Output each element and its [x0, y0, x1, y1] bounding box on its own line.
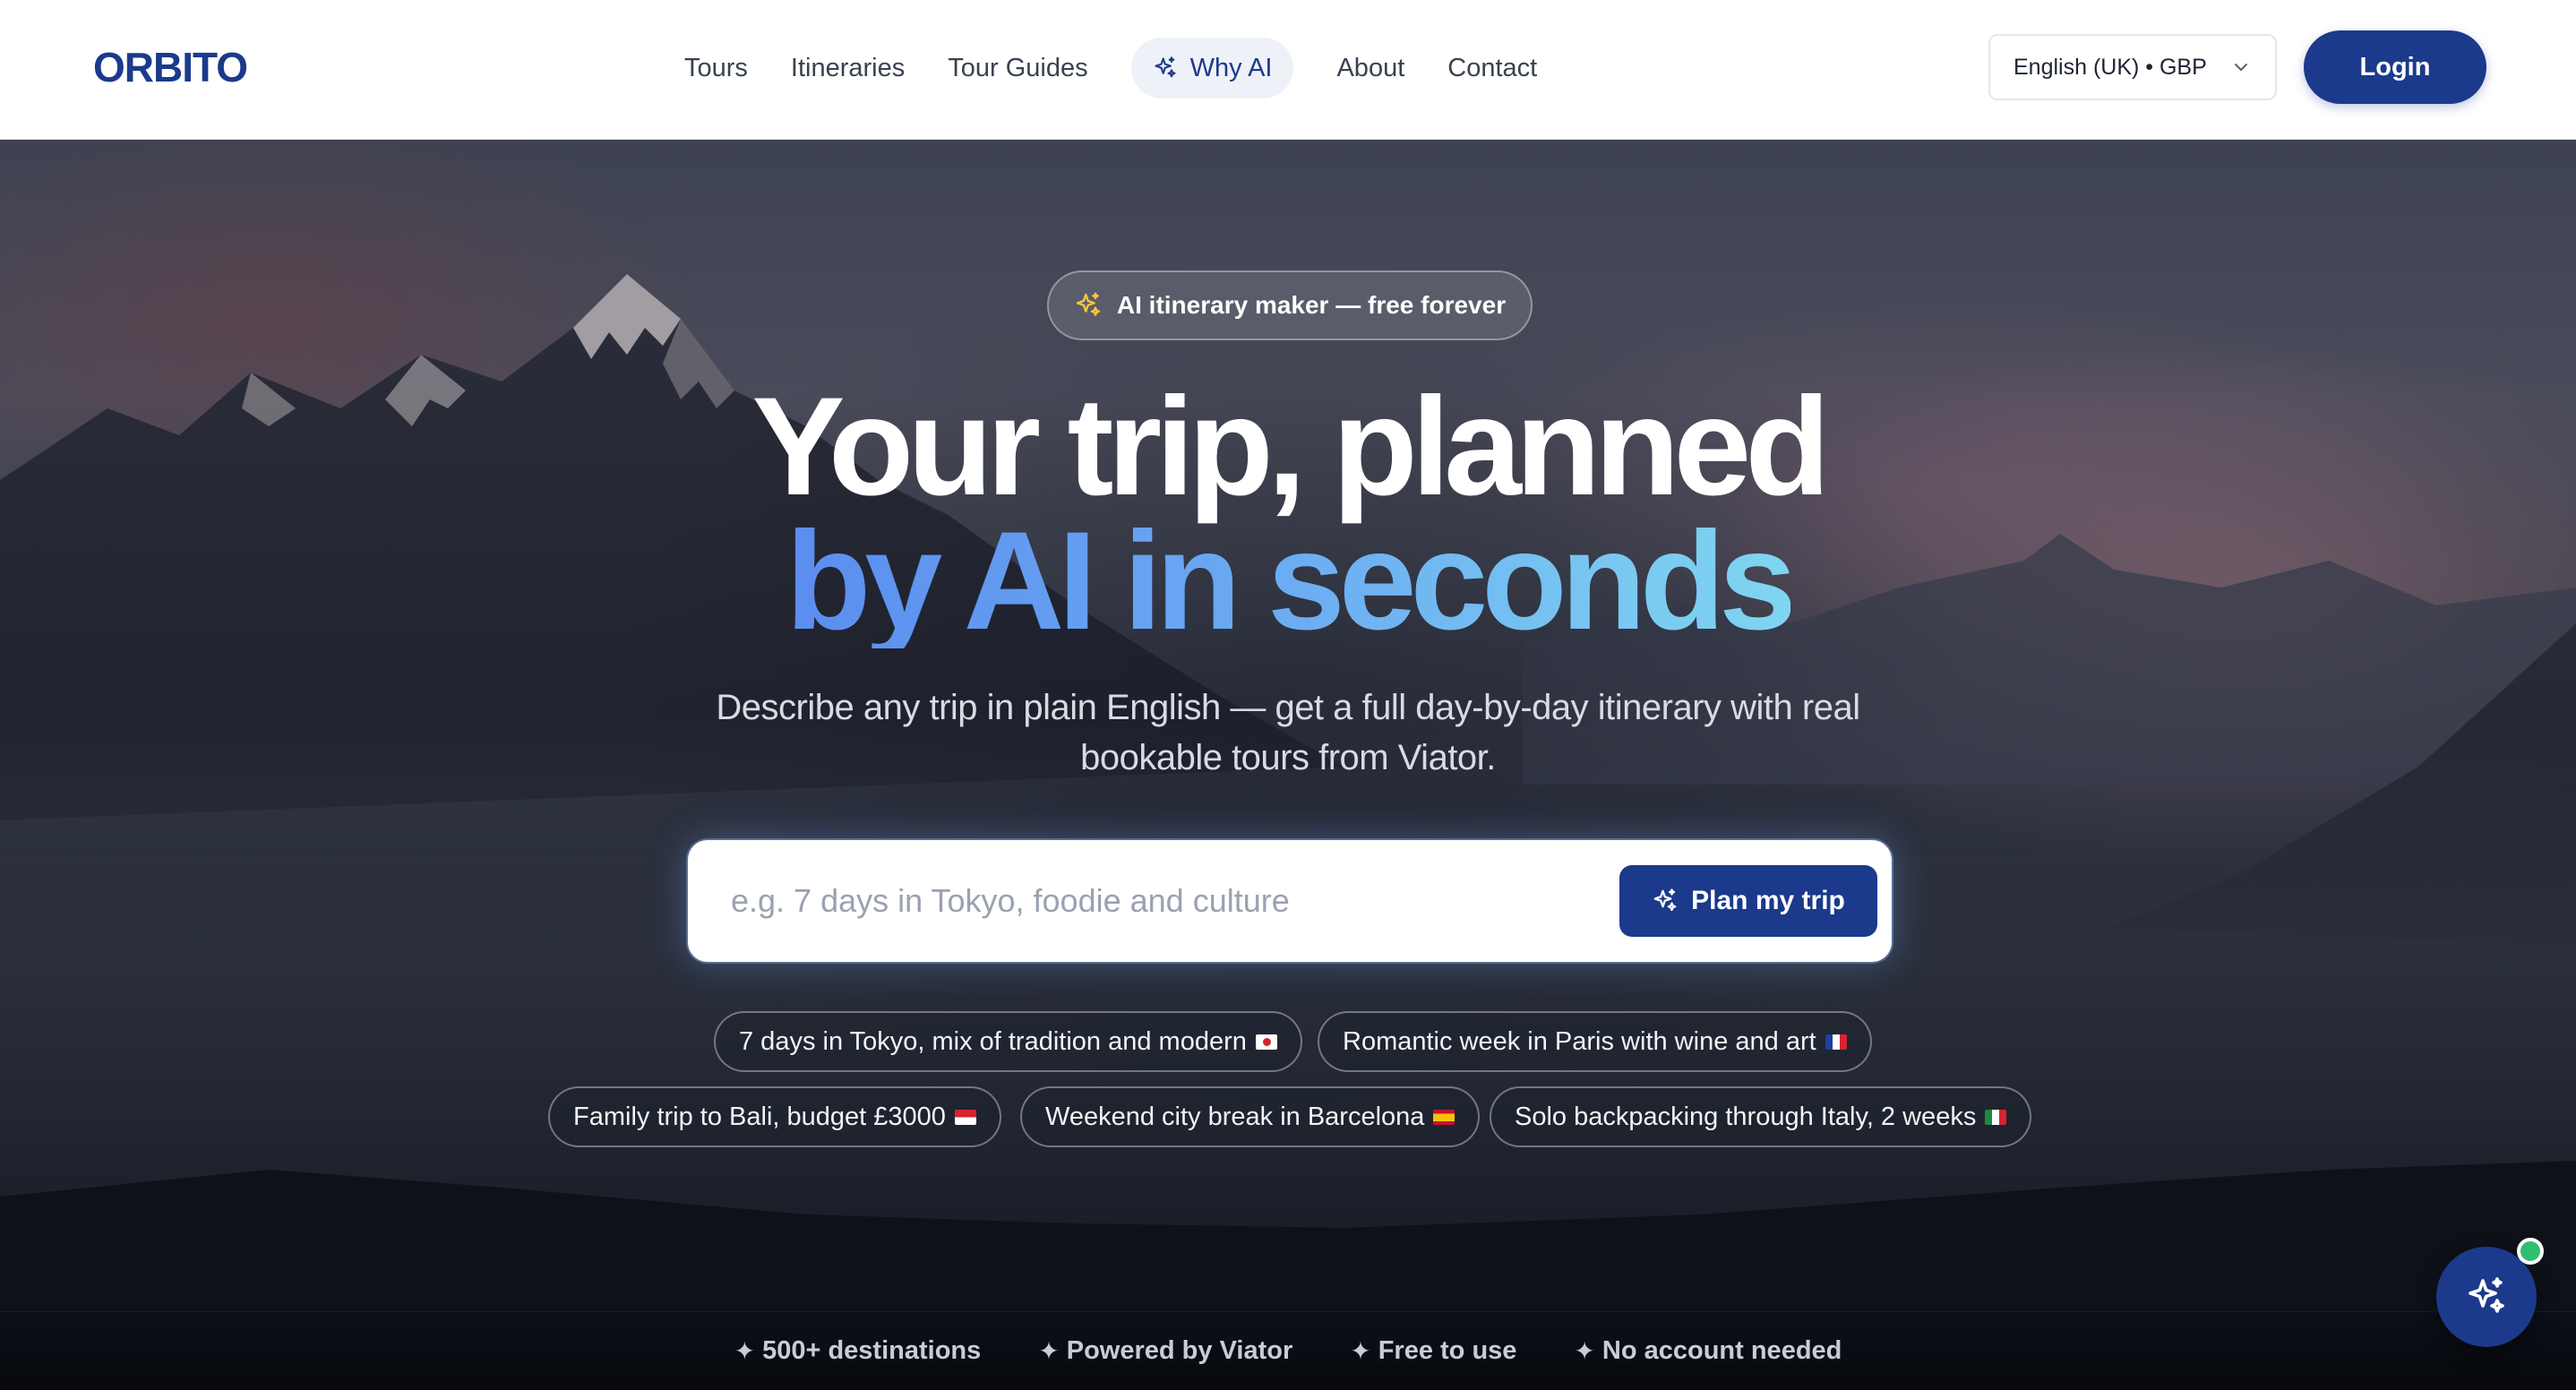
sparkles-icon	[1155, 56, 1176, 78]
feature-label: Powered by Viator	[1066, 1336, 1293, 1365]
plan-my-trip-button[interactable]: Plan my trip	[1619, 865, 1877, 937]
nav-tours[interactable]: Tours	[663, 38, 769, 99]
sparkle-icon: ✦	[734, 1337, 756, 1365]
feature-item: ✦ No account needed	[1574, 1336, 1842, 1366]
suggestion-chip-barcelona[interactable]: Weekend city break in Barcelona	[1020, 1086, 1481, 1147]
suggestion-label: Romantic week in Paris with wine and art	[1343, 1026, 1816, 1056]
hero-headline: Your trip, planned by AI in seconds	[0, 369, 2576, 659]
top-navbar: ORBITO Tours Itineraries Tour Guides Why…	[0, 0, 2576, 140]
ai-badge: AI itinerary maker — free forever	[1047, 270, 1533, 340]
feature-item: ✦ Free to use	[1350, 1336, 1516, 1366]
sparkle-icon: ✦	[1574, 1337, 1595, 1365]
hero-section: AI itinerary maker — free forever Your t…	[0, 140, 2576, 1311]
nav-tour-guides[interactable]: Tour Guides	[926, 38, 1109, 99]
suggestion-chip-paris[interactable]: Romantic week in Paris with wine and art	[1318, 1011, 1872, 1072]
main-nav: Tours Itineraries Tour Guides Why AI Abo…	[663, 38, 1558, 99]
france-flag-icon	[1825, 1034, 1847, 1050]
ai-assistant-icon	[2469, 1277, 2504, 1313]
feature-item: ✦ 500+ destinations	[734, 1336, 982, 1366]
suggestion-label: Solo backpacking through Italy, 2 weeks	[1515, 1102, 1977, 1131]
trip-search-box: Plan my trip	[688, 840, 1892, 962]
online-status-dot	[2517, 1238, 2544, 1265]
suggestion-chip-italy[interactable]: Solo backpacking through Italy, 2 weeks	[1490, 1086, 2032, 1147]
sparkles-icon	[1076, 292, 1101, 316]
locale-currency-select[interactable]: English (UK) • GBP	[1988, 34, 2277, 100]
nav-itineraries[interactable]: Itineraries	[769, 38, 926, 99]
chevron-down-icon	[2235, 64, 2247, 71]
feature-label: Free to use	[1378, 1336, 1517, 1365]
suggestion-chip-tokyo[interactable]: 7 days in Tokyo, mix of tradition and mo…	[714, 1011, 1302, 1072]
sparkle-icon: ✦	[1038, 1337, 1060, 1365]
features-strip: ✦ 500+ destinations ✦ Powered by Viator …	[0, 1311, 2576, 1390]
japan-flag-icon	[1255, 1034, 1277, 1050]
indonesia-flag-icon	[954, 1109, 976, 1125]
headline-line-2: by AI in seconds	[786, 503, 1797, 659]
nav-why-ai-label: Why AI	[1189, 53, 1273, 82]
trip-search-input[interactable]	[731, 865, 1619, 937]
logo[interactable]: ORBITO	[93, 43, 248, 91]
suggestion-label: 7 days in Tokyo, mix of tradition and mo…	[739, 1026, 1247, 1056]
sparkle-icon: ✦	[1350, 1337, 1371, 1365]
spain-flag-icon	[1433, 1109, 1455, 1125]
feature-label: 500+ destinations	[762, 1336, 982, 1365]
feature-label: No account needed	[1601, 1336, 1842, 1365]
nav-contact[interactable]: Contact	[1426, 38, 1558, 99]
locale-currency-label: English (UK) • GBP	[2014, 54, 2207, 80]
sparkles-icon	[1653, 888, 1677, 912]
suggestion-label: Family trip to Bali, budget £3000	[573, 1102, 946, 1131]
feature-item: ✦ Powered by Viator	[1038, 1336, 1292, 1366]
headline-line-1: Your trip, planned	[751, 369, 1830, 525]
nav-why-ai[interactable]: Why AI	[1130, 38, 1294, 99]
nav-about[interactable]: About	[1315, 38, 1426, 99]
ai-badge-label: AI itinerary maker — free forever	[1116, 291, 1507, 319]
hero-subtitle: Describe any trip in plain English — get…	[716, 688, 1860, 777]
suggestion-label: Weekend city break in Barcelona	[1045, 1102, 1425, 1131]
italy-flag-icon	[1985, 1109, 2007, 1125]
login-button[interactable]: Login	[2304, 30, 2486, 104]
plan-my-trip-label: Plan my trip	[1691, 886, 1845, 915]
suggestion-chip-bali[interactable]: Family trip to Bali, budget £3000	[548, 1086, 1001, 1147]
